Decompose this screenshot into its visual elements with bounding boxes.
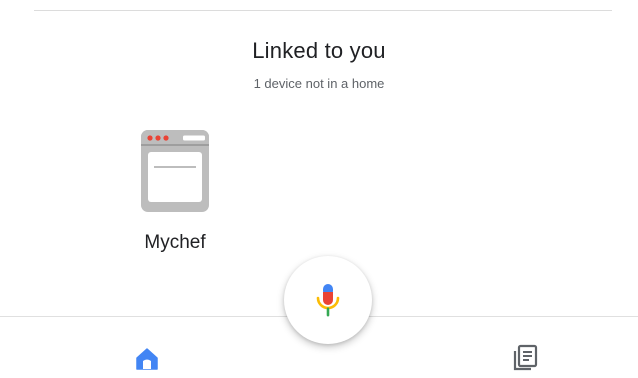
home-screen: Linked to you 1 device not in a home Myc… bbox=[0, 0, 638, 378]
section-subtitle: 1 device not in a home bbox=[253, 76, 385, 91]
top-divider bbox=[34, 10, 612, 11]
home-icon bbox=[136, 348, 158, 370]
microphone-icon bbox=[316, 284, 340, 317]
nav-home-tab[interactable] bbox=[134, 346, 160, 372]
nav-feed-tab[interactable] bbox=[512, 344, 538, 372]
oven-icon bbox=[141, 130, 209, 212]
feed-icon bbox=[513, 344, 538, 371]
device-tile-mychef[interactable]: Mychef bbox=[120, 122, 230, 262]
assistant-mic-button[interactable] bbox=[284, 256, 372, 344]
device-label: Mychef bbox=[144, 232, 206, 253]
section-title: Linked to you bbox=[252, 38, 386, 63]
